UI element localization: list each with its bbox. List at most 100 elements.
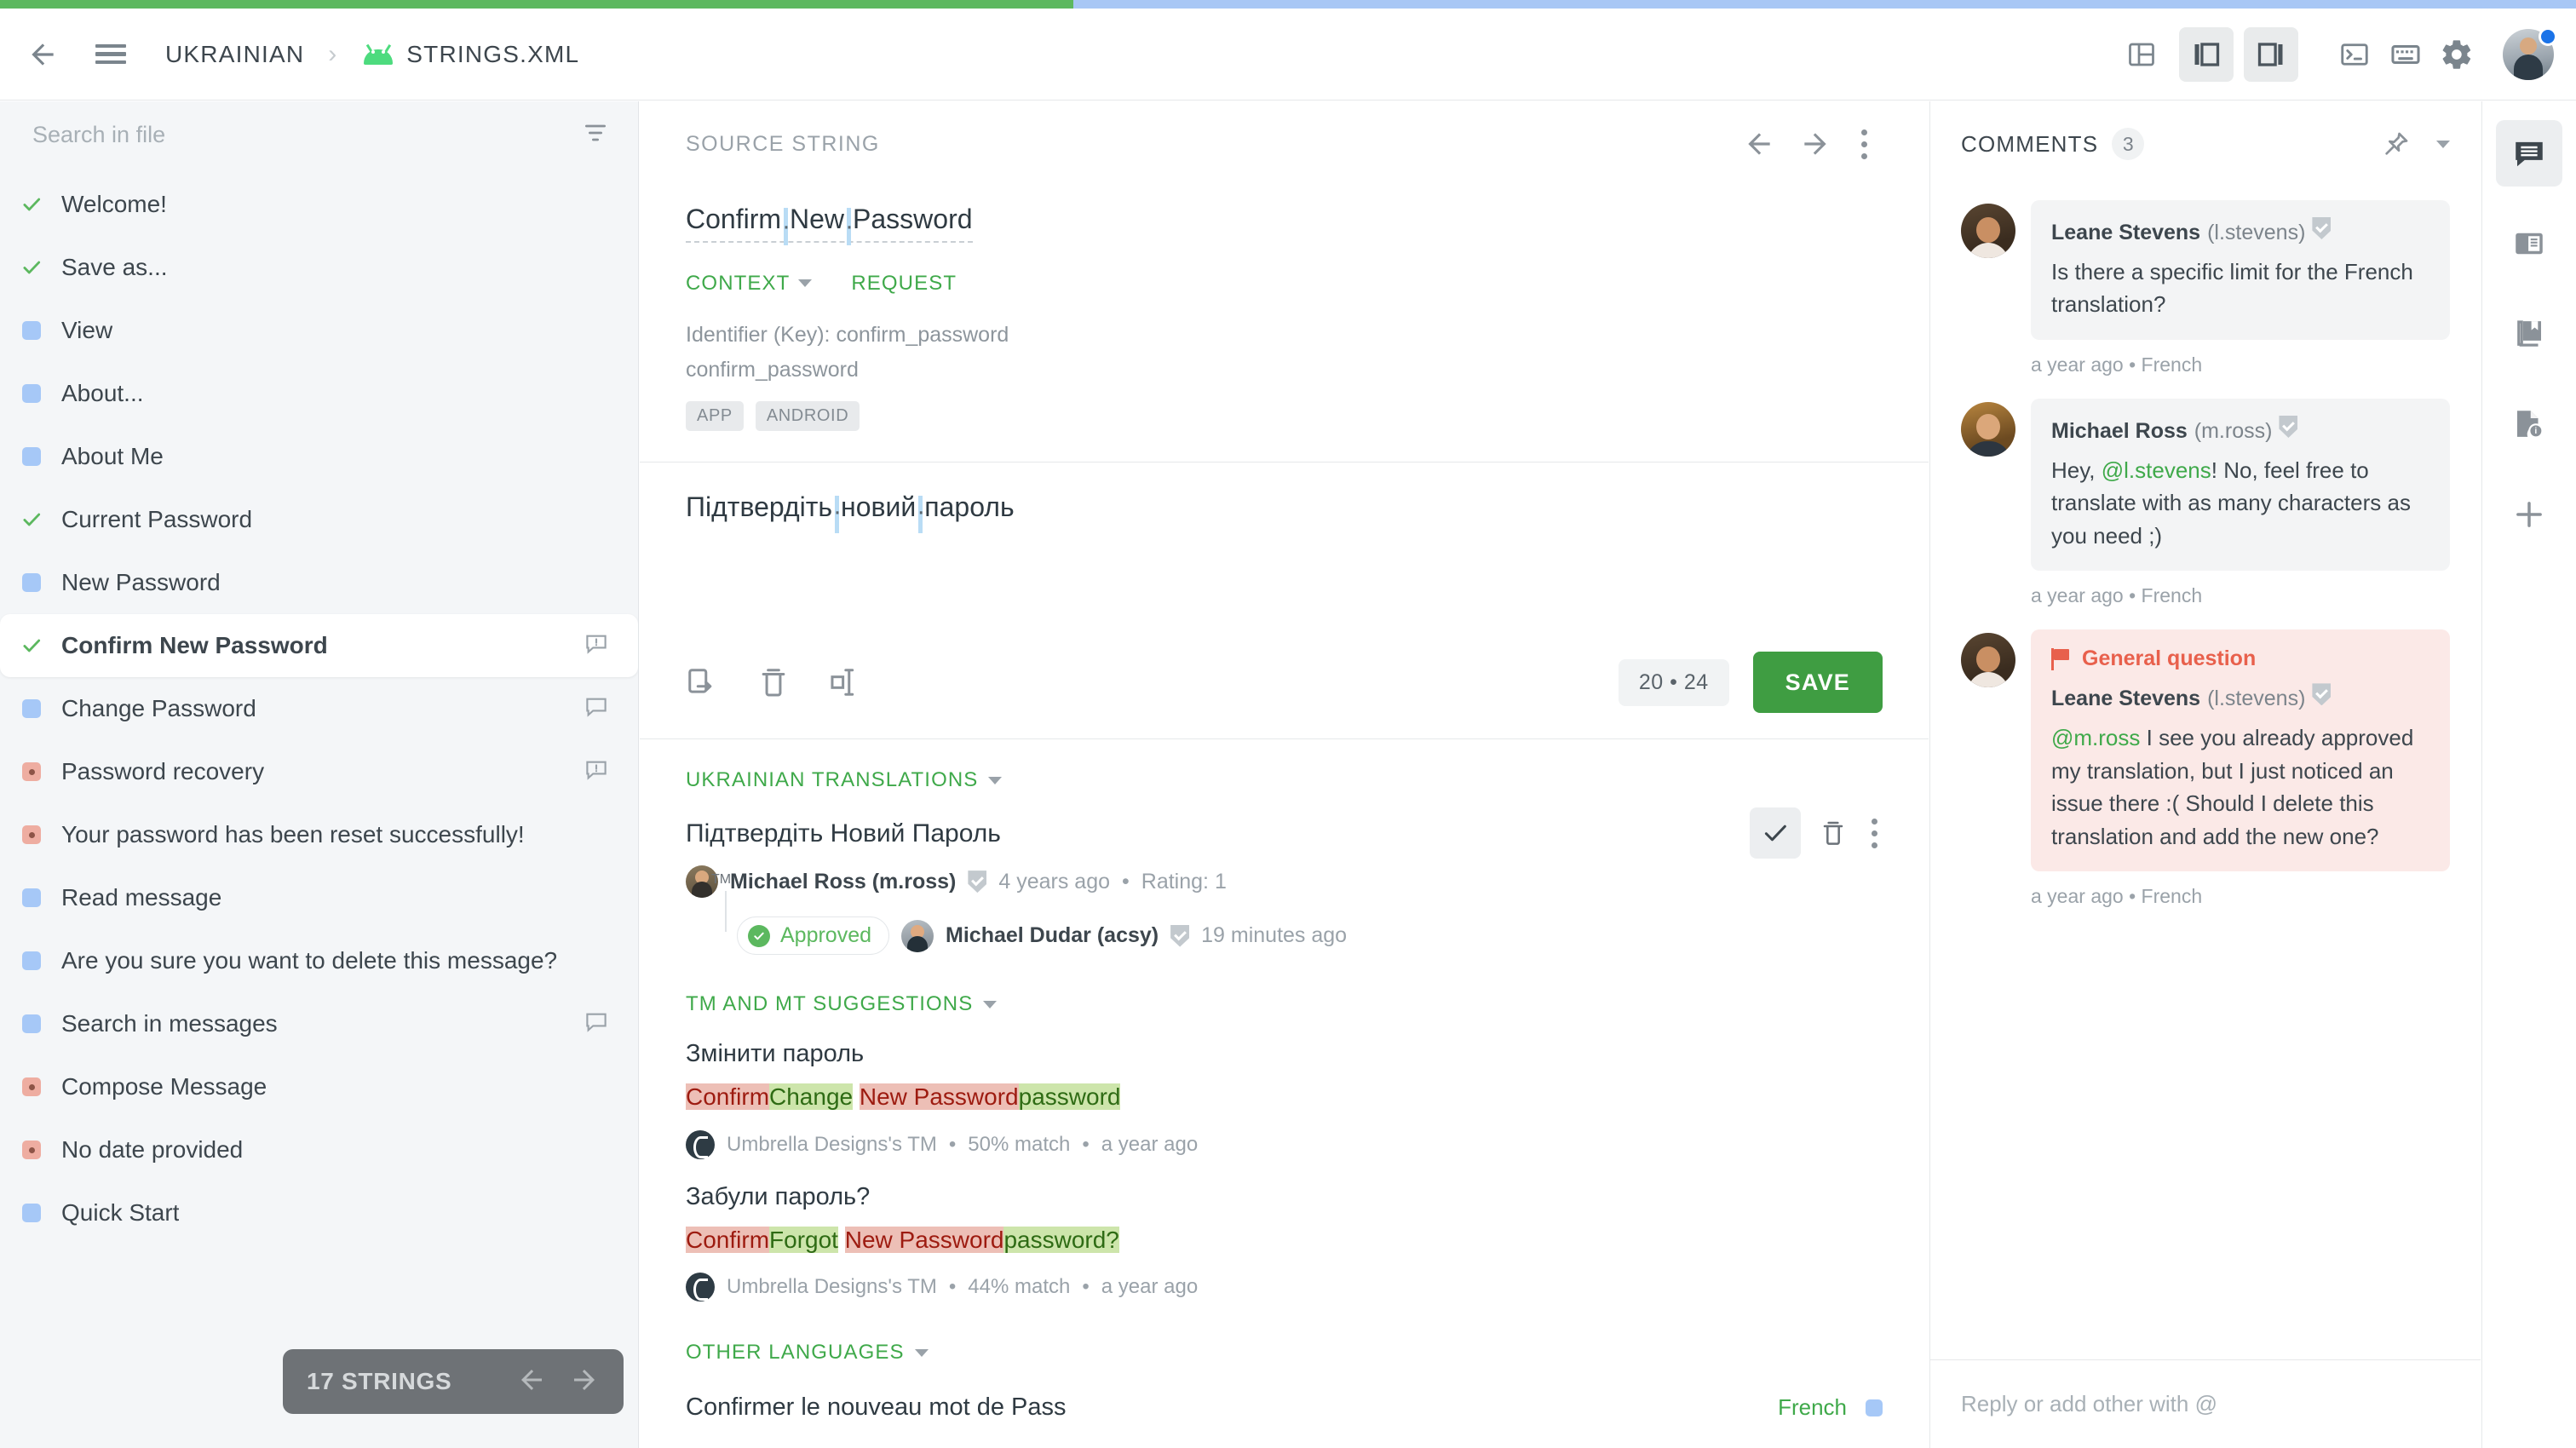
editor-next-arrow-right-icon[interactable] [1799, 128, 1831, 160]
string-list-item[interactable]: No date provided [0, 1118, 638, 1181]
string-list-item[interactable]: Quick Start [0, 1181, 638, 1244]
approver-avatar [901, 920, 934, 952]
term-base-panel-icon[interactable] [2496, 301, 2562, 367]
string-comment-icon[interactable] [584, 694, 609, 724]
insert-placeholder-icon[interactable] [829, 666, 861, 698]
diff-del-segment: Confirm [686, 1083, 769, 1110]
layout-sidebar-right-icon[interactable] [2244, 27, 2298, 82]
add-panel-icon[interactable] [2496, 481, 2562, 548]
pager-next-arrow-right-icon[interactable] [569, 1365, 600, 1399]
string-comment-icon[interactable] [584, 1009, 609, 1039]
approve-translation-check-icon[interactable] [1750, 807, 1801, 859]
breadcrumb-language[interactable]: UKRAINIAN [165, 41, 304, 68]
pager-prev-arrow-left-icon[interactable] [516, 1365, 547, 1399]
keyboard-icon[interactable] [2382, 31, 2429, 78]
string-list-item[interactable]: Current Password [0, 488, 638, 551]
copy-source-icon[interactable] [686, 666, 718, 698]
comment-author: Michael Ross(m.ross) [2051, 416, 2429, 444]
string-list-item-label: Current Password [61, 506, 252, 533]
suggestions-list: Змінити парольConfirmChange New Password… [640, 1016, 1929, 1301]
translation-author-meta: Michael Ross (m.ross) 4 years ago • Rati… [686, 865, 1883, 898]
source-string-label: SOURCE STRING [686, 132, 880, 157]
strings-sidebar: Welcome!Save as...ViewAbout...About Me Cu… [0, 101, 639, 1448]
hamburger-menu-icon[interactable] [87, 31, 135, 78]
translation-input-area[interactable]: Підтвердітьновийпароль [640, 463, 1929, 641]
filter-icon[interactable] [575, 112, 616, 158]
diff-ins-segment: Forgot [769, 1227, 838, 1253]
suggestion-item[interactable]: Змінити парольConfirmChange New Password… [640, 1016, 1929, 1159]
save-button[interactable]: SAVE [1753, 652, 1883, 713]
tag-android[interactable]: ANDROID [756, 401, 860, 431]
diff-del-segment: Confirm [686, 1227, 769, 1253]
layout-sidebar-left-icon[interactable] [2114, 27, 2169, 82]
tab-context[interactable]: CONTEXT [686, 272, 812, 296]
editor-kebab-menu-icon[interactable] [1855, 124, 1872, 164]
suggestions-section-header[interactable]: TM AND MT SUGGESTIONS [640, 955, 1929, 1016]
translation-kebab-menu-icon[interactable] [1866, 813, 1883, 853]
comment-mention[interactable]: @m.ross [2051, 725, 2140, 750]
comment-author: Leane Stevens(l.stevens) [2051, 217, 2429, 245]
comment-author-avatar [1961, 204, 2015, 258]
breadcrumb-file[interactable]: STRINGS.XML [364, 41, 579, 68]
comment-author-handle: (l.stevens) [2207, 221, 2305, 245]
comment-author-name: Michael Ross [2051, 419, 2188, 444]
translations-section-header[interactable]: UKRAINIAN TRANSLATIONS [640, 739, 1929, 792]
layout-editor-icon[interactable] [2179, 27, 2234, 82]
string-list-item-label: Your password has been reset successfull… [61, 821, 525, 848]
string-list-item[interactable]: Save as... [0, 236, 638, 299]
avatar[interactable] [2503, 29, 2554, 80]
back-arrow-icon[interactable] [19, 31, 66, 78]
translation-rating: Rating: 1 [1141, 870, 1227, 894]
glossary-panel-icon[interactable] [2496, 210, 2562, 277]
translation-time: 4 years ago [998, 870, 1110, 894]
string-list-item[interactable]: About... [0, 362, 638, 425]
string-list-item[interactable]: Are you sure you want to delete this mes… [0, 929, 638, 992]
editor-prev-arrow-left-icon[interactable] [1743, 128, 1775, 160]
screenshot-info-panel-icon[interactable]: i [2496, 391, 2562, 457]
string-list-item[interactable]: Confirm New Password [0, 614, 638, 677]
string-status-approved-icon [20, 193, 43, 215]
tab-context-label: CONTEXT [686, 272, 790, 296]
source-string-text[interactable]: ConfirmNewPassword [686, 202, 973, 243]
approved-label: Approved [780, 923, 871, 948]
string-list-item[interactable]: Your password has been reset successfull… [0, 803, 638, 866]
other-languages-section-header[interactable]: OTHER LANGUAGES [640, 1301, 1929, 1365]
comments-filter-chevron-down-icon[interactable] [2436, 141, 2450, 148]
string-list-item[interactable]: Compose Message [0, 1055, 638, 1118]
translation-entry-actions [1750, 807, 1883, 859]
string-list-item[interactable]: Search in messages [0, 992, 638, 1055]
character-counter: 20 • 24 [1619, 659, 1729, 706]
search-row [0, 101, 638, 168]
comment-mention[interactable]: @l.stevens [2102, 457, 2211, 483]
string-list-item[interactable]: New Password [0, 551, 638, 614]
gear-icon[interactable] [2433, 31, 2481, 78]
comments-panel-icon[interactable] [2496, 120, 2562, 187]
string-comment-icon[interactable] [584, 631, 609, 661]
strings-pager: 17 STRINGS [283, 1349, 624, 1414]
suggestion-item[interactable]: Забули пароль?ConfirmForgot New Password… [640, 1159, 1929, 1302]
pin-icon[interactable] [2382, 129, 2411, 158]
search-input[interactable] [32, 122, 575, 148]
string-list-item-label: Compose Message [61, 1073, 267, 1100]
approver-name-text: Michael Dudar [946, 923, 1091, 947]
string-status-error-icon [20, 1076, 43, 1098]
delete-translation-trash-icon[interactable] [1808, 807, 1859, 859]
translation-text: Підтвердіть Новий Пароль [686, 819, 1883, 848]
verified-shield-icon [2312, 217, 2331, 239]
string-comment-icon[interactable] [584, 757, 609, 787]
terminal-icon[interactable] [2331, 31, 2378, 78]
string-list-item[interactable]: Change Password [0, 677, 638, 740]
tag-app[interactable]: APP [686, 401, 744, 431]
string-list-item[interactable]: Welcome! [0, 173, 638, 236]
comment-reply-input[interactable] [1961, 1391, 2450, 1417]
suggestion-translation: Змінити пароль [686, 1040, 1883, 1068]
other-language-row[interactable]: Confirmer le nouveau mot de Pass French [640, 1365, 1929, 1422]
clear-translation-trash-icon[interactable] [757, 666, 790, 698]
tab-request[interactable]: REQUEST [851, 272, 957, 296]
string-list-item-label: Quick Start [61, 1199, 179, 1227]
string-list-item[interactable]: Read message [0, 866, 638, 929]
string-list-item[interactable]: Password recovery [0, 740, 638, 803]
string-status-untranslated-icon [20, 572, 43, 594]
string-list-item[interactable]: About Me [0, 425, 638, 488]
string-list-item[interactable]: View [0, 299, 638, 362]
